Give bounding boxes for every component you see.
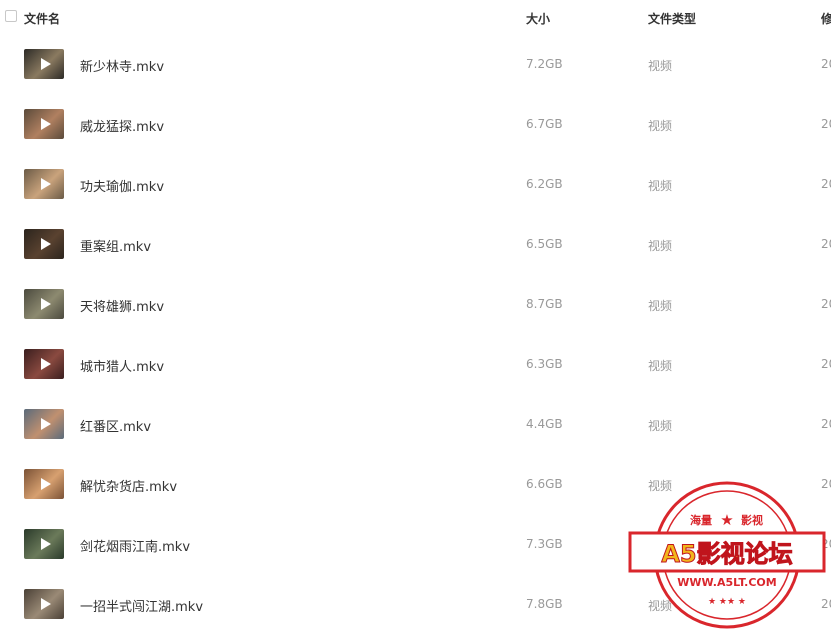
video-thumbnail[interactable] [24,409,64,439]
file-modified: 20 [821,177,831,191]
file-size: 6.5GB [526,237,563,251]
file-name[interactable]: 天将雄狮.mkv [80,296,164,315]
file-size: 8.7GB [526,297,563,311]
video-thumbnail[interactable] [24,469,64,499]
file-row[interactable]: 城市猎人.mkv 6.3GB 视频 20 [0,334,831,394]
play-icon [41,178,51,190]
stamp-top-left-text: 海量 [690,513,712,527]
select-all-checkbox[interactable] [5,10,17,22]
play-icon [41,478,51,490]
video-thumbnail[interactable] [24,229,64,259]
video-thumbnail[interactable] [24,289,64,319]
file-size: 7.2GB [526,57,563,71]
file-type: 视频 [648,419,673,433]
play-icon [41,598,51,610]
file-type: 视频 [648,299,673,313]
file-row[interactable]: 天将雄狮.mkv 8.7GB 视频 20 [0,274,831,334]
file-name[interactable]: 重案组.mkv [80,236,151,255]
file-modified: 20 [821,357,831,371]
column-header-size[interactable]: 大小 [526,10,550,27]
file-list-header: 文件名 大小 文件类型 修 [0,0,831,34]
play-icon [41,418,51,430]
video-thumbnail[interactable] [24,529,64,559]
file-name[interactable]: 威龙猛探.mkv [80,116,164,135]
video-thumbnail[interactable] [24,169,64,199]
stars-decoration-icon: ★ ★★ ★ [708,597,746,607]
file-name[interactable]: 一招半式闯江湖.mkv [80,596,203,615]
column-header-type[interactable]: 文件类型 [648,10,696,27]
file-size: 6.3GB [526,357,563,371]
file-modified: 20 [821,117,831,131]
file-modified: 20 [821,237,831,251]
file-size: 6.2GB [526,177,563,191]
stamp-url-text: WWW.A5LT.COM [677,576,776,589]
play-icon [41,238,51,250]
file-type: 视频 [648,359,673,373]
stamp-main-text: A5影视论坛 [661,540,792,568]
file-type: 视频 [648,179,673,193]
play-icon [41,358,51,370]
file-name[interactable]: 解忧杂货店.mkv [80,476,177,495]
file-row[interactable]: 威龙猛探.mkv 6.7GB 视频 20 [0,94,831,154]
file-row[interactable]: 功夫瑜伽.mkv 6.2GB 视频 20 [0,154,831,214]
file-modified: 20 [821,417,831,431]
file-size: 6.7GB [526,117,563,131]
video-thumbnail[interactable] [24,109,64,139]
play-icon [41,538,51,550]
stamp-top-right-text: 影视 [741,513,763,527]
file-name[interactable]: 城市猎人.mkv [80,356,164,375]
file-type: 视频 [648,239,673,253]
video-thumbnail[interactable] [24,589,64,619]
file-row[interactable]: 红番区.mkv 4.4GB 视频 20 [0,394,831,454]
file-name[interactable]: 新少林寺.mkv [80,56,164,75]
file-modified: 20 [821,297,831,311]
play-icon [41,118,51,130]
column-header-modified[interactable]: 修 [821,10,831,27]
star-icon: ★ [720,511,733,529]
video-thumbnail[interactable] [24,49,64,79]
watermark-stamp: 海量 ★ 影视 A5影视论坛 WWW.A5LT.COM ★ ★★ ★ [628,481,826,629]
play-icon [41,298,51,310]
file-type: 视频 [648,119,673,133]
file-modified: 20 [821,57,831,71]
file-size: 7.8GB [526,597,563,611]
video-thumbnail[interactable] [24,349,64,379]
file-type: 视频 [648,59,673,73]
play-icon [41,58,51,70]
file-size: 7.3GB [526,537,563,551]
file-name[interactable]: 功夫瑜伽.mkv [80,176,164,195]
file-size: 4.4GB [526,417,563,431]
file-name[interactable]: 剑花烟雨江南.mkv [80,536,190,555]
file-size: 6.6GB [526,477,563,491]
file-row[interactable]: 新少林寺.mkv 7.2GB 视频 20 [0,34,831,94]
file-row[interactable]: 重案组.mkv 6.5GB 视频 20 [0,214,831,274]
file-name[interactable]: 红番区.mkv [80,416,151,435]
column-header-name[interactable]: 文件名 [24,10,60,27]
